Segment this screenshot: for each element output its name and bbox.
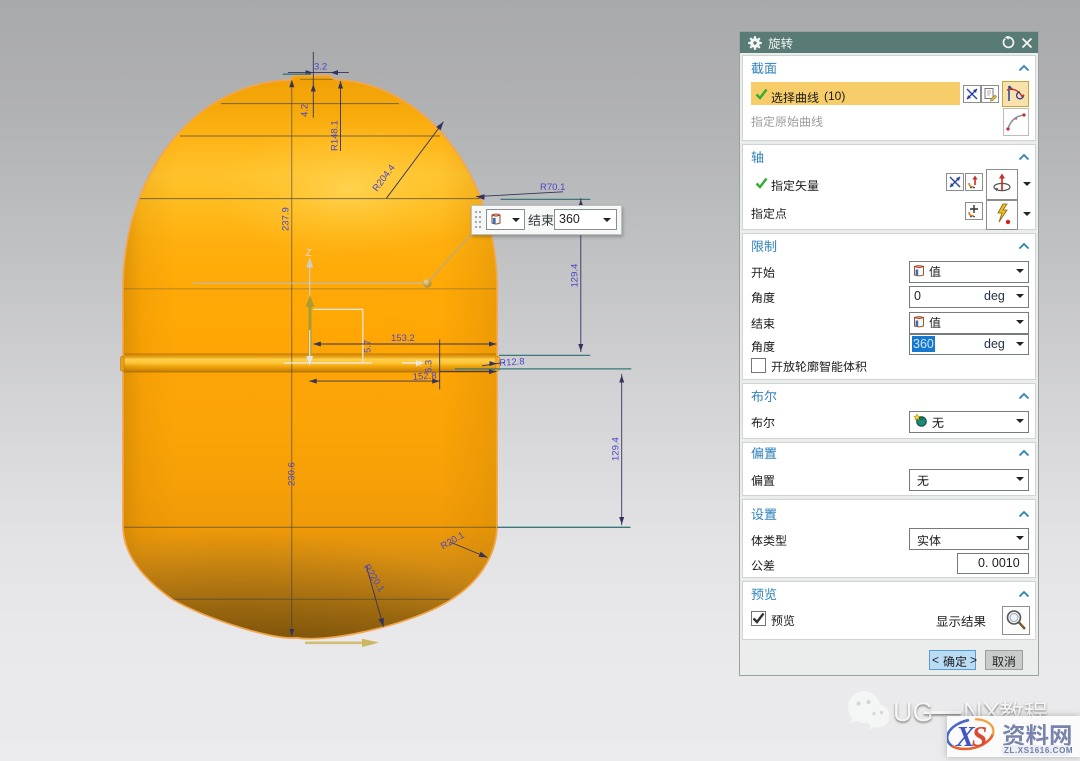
svg-text:R12.8: R12.8 [499,356,525,369]
svg-text:R148.1: R148.1 [330,120,341,151]
svg-text:153.2: 153.2 [391,333,415,344]
svg-text:129.4: 129.4 [611,437,622,461]
svg-text:5.7: 5.7 [363,340,374,353]
svg-text:Z: Z [306,248,312,259]
svg-text:XS: XS [955,722,987,753]
svg-text:4.2: 4.2 [300,104,311,117]
svg-text:129.4: 129.4 [570,264,581,288]
svg-text:3.2: 3.2 [314,62,327,73]
svg-text:X: X [416,359,422,369]
svg-text:152.8: 152.8 [412,370,436,383]
svg-text:R70.1: R70.1 [540,182,565,193]
svg-text:230.6: 230.6 [287,462,298,486]
svg-text:237.9: 237.9 [281,207,292,231]
